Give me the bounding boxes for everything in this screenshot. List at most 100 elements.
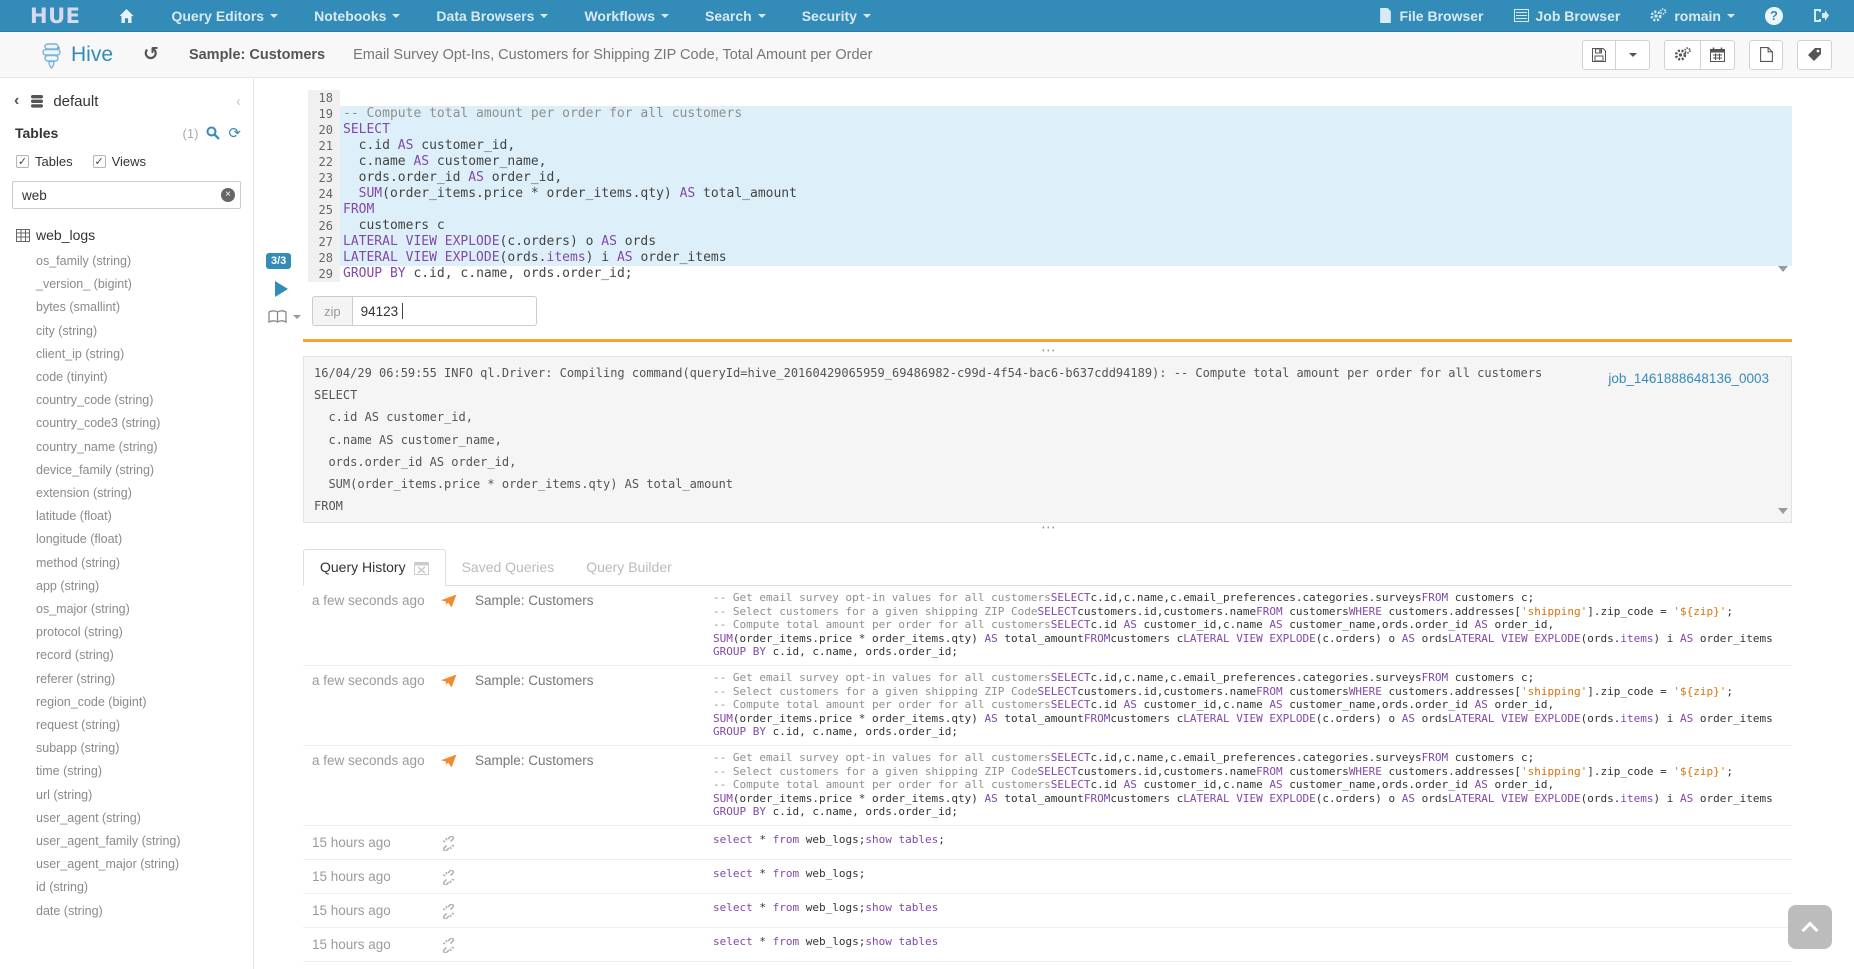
history-sql-snippet: select * from web_logs; [713,867,1792,885]
column-item[interactable]: protocol (string) [36,621,253,644]
column-item[interactable]: city (string) [36,320,253,343]
chevron-down-icon [540,14,548,18]
column-item[interactable]: app (string) [36,575,253,598]
save-button[interactable] [1582,40,1616,70]
column-item[interactable]: date (string) [36,900,253,923]
column-item[interactable]: user_agent_major (string) [36,853,253,876]
nav-menu-data-browsers[interactable]: Data Browsers [436,8,548,24]
tables-checkbox[interactable]: ✓ [16,155,29,168]
column-item[interactable]: code (tinyint) [36,366,253,389]
code-token: -- Select customers for a given shipping… [713,685,1038,698]
column-item[interactable]: latitude (float) [36,505,253,528]
column-item[interactable]: _version_ (bigint) [36,273,253,296]
tags-button[interactable] [1797,40,1832,70]
column-item[interactable]: os_major (string) [36,598,253,621]
schedule-button[interactable] [1701,40,1735,70]
job-browser-button[interactable]: Job Browser [1514,8,1621,24]
collapse-panel-icon[interactable]: ‹ [236,93,241,110]
column-item[interactable]: request (string) [36,714,253,737]
history-sql-line: GROUP BY c.id, c.name, ords.order_id; [713,645,1792,659]
chevron-down-icon [758,14,766,18]
query-history-icon[interactable]: ↺ [143,43,159,66]
code-token: AS [1269,698,1282,711]
history-row[interactable]: 15 hours agoselect * from web_logs; [303,860,1792,894]
code-token: c.id,c.name,c.email_preferences.categori… [1091,591,1422,604]
navbar-right: File Browser Job Browser romain ? [1379,7,1854,25]
nav-menu-notebooks[interactable]: Notebooks [314,8,400,24]
history-row[interactable]: 15 hours agoselect * from web_logs;show … [303,894,1792,928]
code-token: AS [985,712,998,725]
save-dropdown-button[interactable] [1616,40,1650,70]
column-item[interactable]: time (string) [36,760,253,783]
tab-query-builder[interactable]: Query Builder [570,550,688,585]
nav-menu-workflows[interactable]: Workflows [584,8,669,24]
execute-button[interactable] [275,281,288,297]
editor-code-line: FROM [340,202,1792,218]
column-item[interactable]: id (string) [36,876,253,899]
column-item[interactable]: bytes (smallint) [36,296,253,319]
file-browser-button[interactable]: File Browser [1379,8,1483,24]
refresh-icon[interactable]: ⟳ [228,124,241,142]
job-link[interactable]: job_1461888648136_0003 [1608,371,1769,386]
column-item[interactable]: subapp (string) [36,737,253,760]
column-item[interactable]: country_code (string) [36,389,253,412]
database-name[interactable]: default [53,93,98,110]
logout-button[interactable] [1813,8,1836,23]
query-assist-toggle[interactable] [268,310,301,324]
history-row[interactable]: a few seconds agoSample: Customers-- Get… [303,746,1792,826]
column-item[interactable]: user_agent_family (string) [36,830,253,853]
statement-counter-badge[interactable]: 3/3 [266,253,291,269]
table-item-web-logs[interactable]: web_logs [16,227,241,243]
tab-query-history[interactable]: Query History [303,549,446,586]
column-item[interactable]: country_name (string) [36,436,253,459]
tab-saved-queries[interactable]: Saved Queries [446,550,571,585]
editor-scrollbar-arrow[interactable] [1778,266,1788,272]
sql-editor[interactable]: 1819-- Compute total amount per order fo… [308,90,1792,282]
sign-out-icon [1813,8,1836,23]
column-item[interactable]: user_agent (string) [36,807,253,830]
resize-handle[interactable]: ⋯ [1041,518,1057,536]
history-row[interactable]: 15 hours agoselect * from web_logs;show … [303,826,1792,860]
hue-logo[interactable]: HUE [30,4,80,28]
code-token: -- Compute total amount per order for al… [713,778,1051,791]
column-item[interactable]: extension (string) [36,482,253,505]
nav-menu-search[interactable]: Search [705,8,766,24]
nav-menu-label: Notebooks [314,8,386,24]
log-scrollbar-arrow[interactable] [1778,508,1788,514]
home-button[interactable] [118,8,135,24]
home-icon [118,8,135,24]
history-row[interactable]: a few seconds agoSample: Customers-- Get… [303,586,1792,666]
column-item[interactable]: client_ip (string) [36,343,253,366]
settings-button[interactable] [1664,40,1701,70]
nav-menu-query-editors[interactable]: Query Editors [171,8,278,24]
views-checkbox[interactable]: ✓ [93,155,106,168]
help-button[interactable]: ? [1765,7,1783,25]
column-item[interactable]: country_code3 (string) [36,412,253,435]
history-sql-line: select * from web_logs;show tables [713,901,1792,915]
new-document-button[interactable] [1749,40,1783,70]
column-item[interactable]: url (string) [36,784,253,807]
column-item[interactable]: record (string) [36,644,253,667]
code-token: GROUP BY [713,645,766,658]
search-icon[interactable] [206,126,220,140]
history-row[interactable]: 15 hours agoselect * from web_logs;show … [303,928,1792,962]
user-menu[interactable]: romain [1650,8,1735,24]
history-timestamp: a few seconds ago [303,751,441,819]
column-item[interactable]: method (string) [36,552,253,575]
nav-menu-security[interactable]: Security [802,8,871,24]
history-row[interactable]: a few seconds agoSample: Customers-- Get… [303,666,1792,746]
variable-zip-input[interactable] [352,296,537,326]
hive-app-block[interactable]: Hive [38,41,113,69]
column-item[interactable]: os_family (string) [36,250,253,273]
scroll-to-top-button[interactable] [1788,905,1832,949]
history-row[interactable]: 15 hours agoselect * from web_logs;show … [303,962,1792,969]
code-token: AS [1475,618,1488,631]
table-search-input[interactable] [12,181,241,209]
back-icon[interactable]: ‹ [14,92,19,110]
column-item[interactable]: referer (string) [36,668,253,691]
column-item[interactable]: longitude (float) [36,528,253,551]
column-item[interactable]: region_code (bigint) [36,691,253,714]
clear-search-icon[interactable]: × [221,188,235,202]
query-title[interactable]: Sample: Customers [189,47,325,63]
column-item[interactable]: device_family (string) [36,459,253,482]
